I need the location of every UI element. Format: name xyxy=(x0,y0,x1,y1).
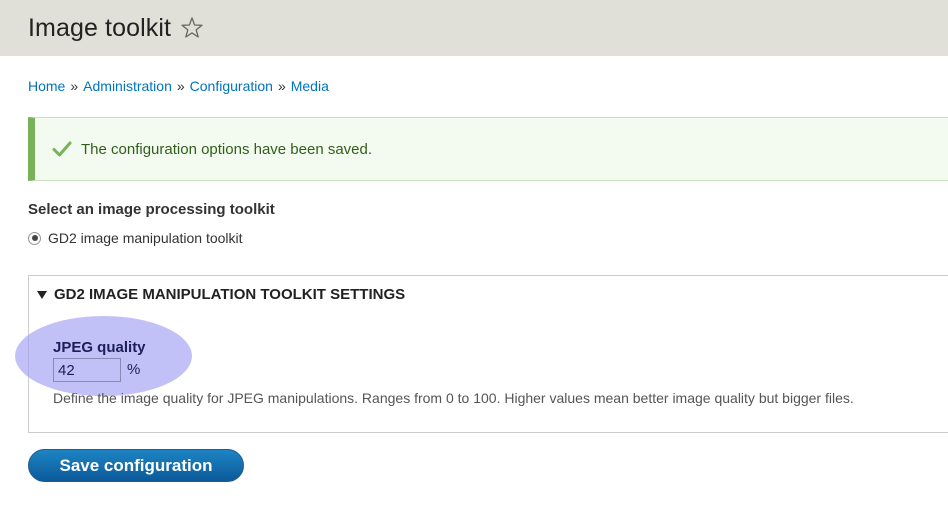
page-title: Image toolkit xyxy=(28,13,172,42)
gd2-settings-summary[interactable]: GD2 image manipulation toolkit settings xyxy=(37,286,405,303)
jpeg-quality-unit: % xyxy=(127,361,141,378)
save-configuration-button[interactable]: Save configuration xyxy=(28,449,244,482)
status-text: The configuration options have been save… xyxy=(81,140,373,158)
breadcrumb-administration[interactable]: Administration xyxy=(83,78,172,94)
radio-selected-dot xyxy=(31,235,38,241)
highlight-overlay xyxy=(15,316,192,396)
check-icon xyxy=(52,140,72,158)
toolkit-label: Select an image processing toolkit xyxy=(28,201,275,218)
radio-button[interactable] xyxy=(28,231,41,245)
triangle-down-icon[interactable] xyxy=(37,290,47,299)
breadcrumb-home[interactable]: Home xyxy=(28,78,65,94)
breadcrumb-configuration[interactable]: Configuration xyxy=(190,78,273,94)
gd2-settings-title[interactable]: GD2 image manipulation toolkit settings xyxy=(54,286,405,303)
breadcrumb: Home» Administration» Configuration» Media xyxy=(28,78,329,94)
toolkit-option-label[interactable]: GD2 image manipulation toolkit xyxy=(48,230,243,246)
star-icon[interactable] xyxy=(180,16,204,40)
toolkit-option-gd2[interactable]: GD2 image manipulation toolkit xyxy=(28,230,243,246)
breadcrumb-media[interactable]: Media xyxy=(291,78,329,94)
jpeg-quality-description: Define the image quality for JPEG manipu… xyxy=(53,390,854,406)
jpeg-quality-label: JPEG quality xyxy=(53,339,146,356)
breadcrumb-separator: » xyxy=(277,78,286,94)
breadcrumb-separator: » xyxy=(70,78,79,94)
page-header: Image toolkit xyxy=(0,0,948,56)
jpeg-quality-input[interactable] xyxy=(53,358,121,382)
status-message: The configuration options have been save… xyxy=(28,117,948,181)
breadcrumb-separator: » xyxy=(176,78,185,94)
